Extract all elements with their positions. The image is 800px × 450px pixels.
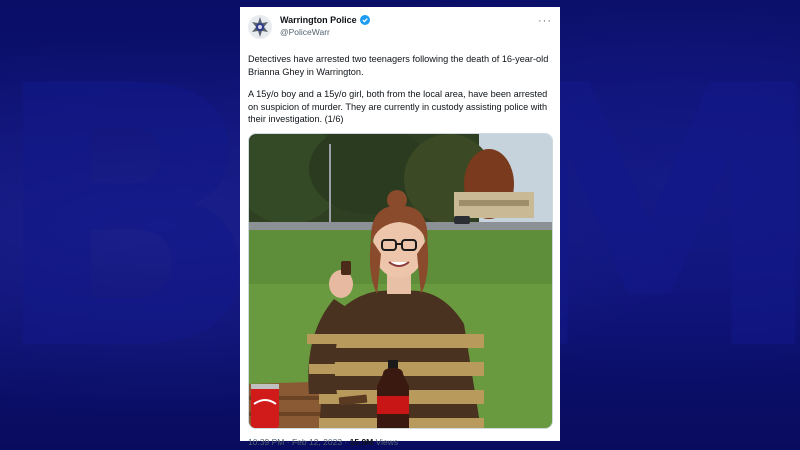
meta-separator-2: · bbox=[342, 436, 350, 447]
tweet-text-paragraph-2: A 15y/o boy and a 15y/o girl, both from … bbox=[248, 89, 548, 125]
handle[interactable]: @PoliceWarr bbox=[280, 27, 538, 37]
photo-scene bbox=[249, 133, 552, 428]
verified-badge-icon bbox=[359, 15, 370, 25]
tweet-header: Warrington Police @PoliceWarr ··· bbox=[248, 15, 552, 47]
tweet-photo[interactable] bbox=[248, 132, 553, 429]
tweet-text-paragraph-1: Detectives have arrested two teenagers f… bbox=[248, 54, 549, 77]
tweet-date[interactable]: Feb 12, 2023 bbox=[292, 437, 342, 447]
author-names: Warrington Police @PoliceWarr bbox=[280, 15, 538, 37]
more-icon[interactable]: ··· bbox=[538, 15, 552, 27]
tweet-time[interactable]: 10:39 PM bbox=[248, 437, 284, 447]
tweet-card[interactable]: Warrington Police @PoliceWarr ··· Detect… bbox=[240, 7, 560, 447]
tweet-meta: 10:39 PM · Feb 12, 2023 · 15.9M Views bbox=[248, 437, 552, 447]
meta-separator: · bbox=[284, 436, 292, 447]
avatar[interactable] bbox=[248, 15, 272, 39]
display-name[interactable]: Warrington Police bbox=[280, 15, 357, 25]
views-count: 15.9M bbox=[349, 436, 374, 447]
views-label: Views bbox=[373, 436, 399, 447]
